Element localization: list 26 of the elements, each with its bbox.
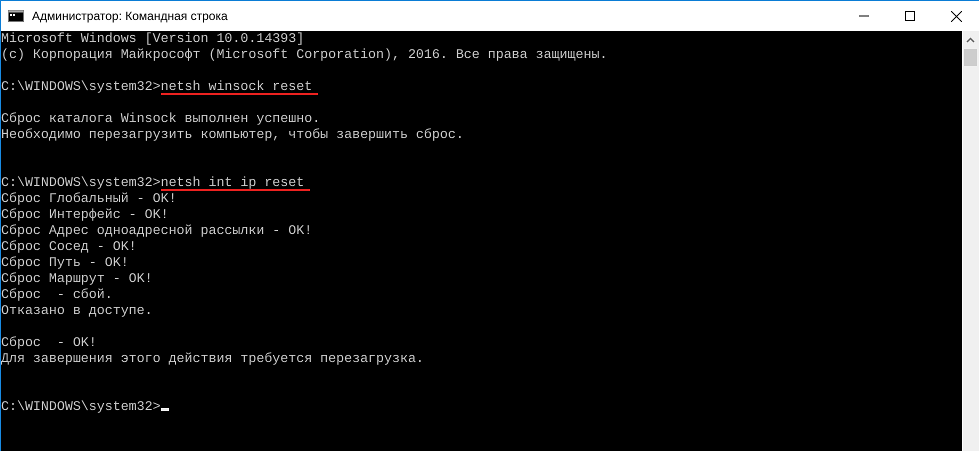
close-icon bbox=[950, 10, 962, 22]
output-line: Сброс каталога Winsock выполнен успешно. bbox=[1, 111, 320, 127]
output-line: Сброс Интерфейс - OK! bbox=[1, 207, 169, 223]
window-title: Администратор: Командная строка bbox=[32, 9, 229, 23]
output-line: (c) Корпорация Майкрософт (Microsoft Corporation), 2016. Все права защищены. bbox=[1, 47, 608, 63]
maximize-icon bbox=[905, 11, 915, 21]
output-line: Необходимо перезагрузить компьютер, чтобы завершить сброс. bbox=[1, 127, 464, 143]
scroll-thumb[interactable] bbox=[964, 49, 977, 66]
prompt-text: C:\WINDOWS\system32> bbox=[1, 175, 161, 191]
output-line: Microsoft Windows [Version 10.0.14393] bbox=[1, 31, 304, 47]
scrollbar[interactable] bbox=[962, 31, 979, 451]
prompt-text: C:\WINDOWS\system32> bbox=[1, 399, 161, 415]
output-line: Сброс Глобальный - OK! bbox=[1, 191, 177, 207]
prompt-text: C:\WINDOWS\system32> bbox=[1, 79, 161, 95]
command-text: netsh int ip reset bbox=[160, 175, 304, 191]
output-line: Сброс Маршрут - OK! bbox=[1, 271, 153, 287]
output-line: Сброс - сбой. bbox=[1, 287, 113, 303]
output-line: Отказано в доступе. bbox=[1, 303, 153, 319]
output-line: Сброс - OK! bbox=[1, 335, 97, 351]
output-line: Сброс Адрес одноадресной рассылки - OK! bbox=[1, 223, 312, 239]
terminal-icon bbox=[8, 10, 24, 22]
output-line: Для завершения этого действия требуется перезагрузка. bbox=[1, 351, 424, 367]
output-line: Сброс Сосед - OK! bbox=[1, 239, 137, 255]
scroll-up-icon[interactable] bbox=[966, 37, 975, 43]
output-line: Сброс Путь - OK! bbox=[1, 255, 129, 271]
command-text: netsh winsock reset bbox=[160, 79, 312, 95]
